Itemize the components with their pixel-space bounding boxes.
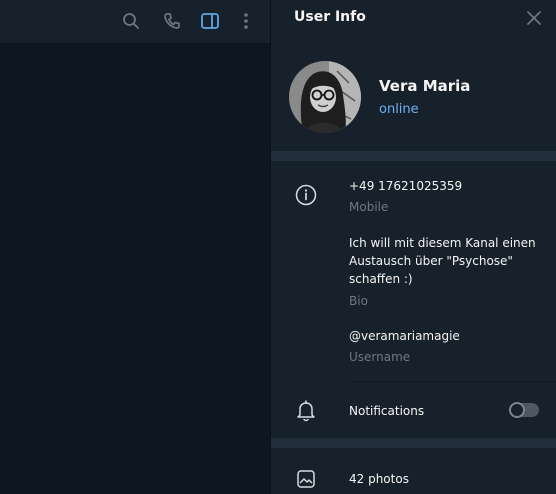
photos-count[interactable]: 42 photos bbox=[349, 470, 409, 488]
more-vertical-icon[interactable] bbox=[233, 8, 259, 34]
phone-number[interactable]: +49 17621025359 bbox=[349, 177, 462, 195]
search-icon[interactable] bbox=[118, 8, 144, 34]
username[interactable]: @veramariamagie bbox=[349, 327, 460, 345]
bio-label: Bio bbox=[349, 294, 368, 308]
user-info-panel: User Info Vera Maria online +49 17621025… bbox=[271, 0, 556, 494]
notifications-toggle[interactable] bbox=[509, 402, 539, 418]
username-label: Username bbox=[349, 350, 411, 364]
photo-icon bbox=[296, 469, 316, 489]
bell-icon bbox=[295, 399, 317, 423]
info-icon bbox=[295, 184, 317, 206]
chat-header bbox=[0, 0, 270, 44]
chat-body bbox=[0, 44, 270, 494]
close-icon[interactable] bbox=[523, 7, 545, 29]
bio-text[interactable]: Ich will mit diesem Kanal einen Austausc… bbox=[349, 234, 549, 288]
section-separator bbox=[271, 438, 556, 448]
user-name: Vera Maria bbox=[379, 77, 471, 95]
user-status: online bbox=[379, 102, 419, 117]
row-divider bbox=[349, 381, 556, 382]
phone-icon[interactable] bbox=[159, 8, 185, 34]
section-separator bbox=[271, 151, 556, 161]
notifications-label[interactable]: Notifications bbox=[349, 402, 424, 420]
panel-title: User Info bbox=[294, 9, 366, 25]
toggle-knob bbox=[509, 402, 525, 418]
phone-label: Mobile bbox=[349, 200, 389, 214]
sidebar-toggle-icon[interactable] bbox=[197, 8, 223, 34]
avatar[interactable] bbox=[289, 61, 361, 133]
